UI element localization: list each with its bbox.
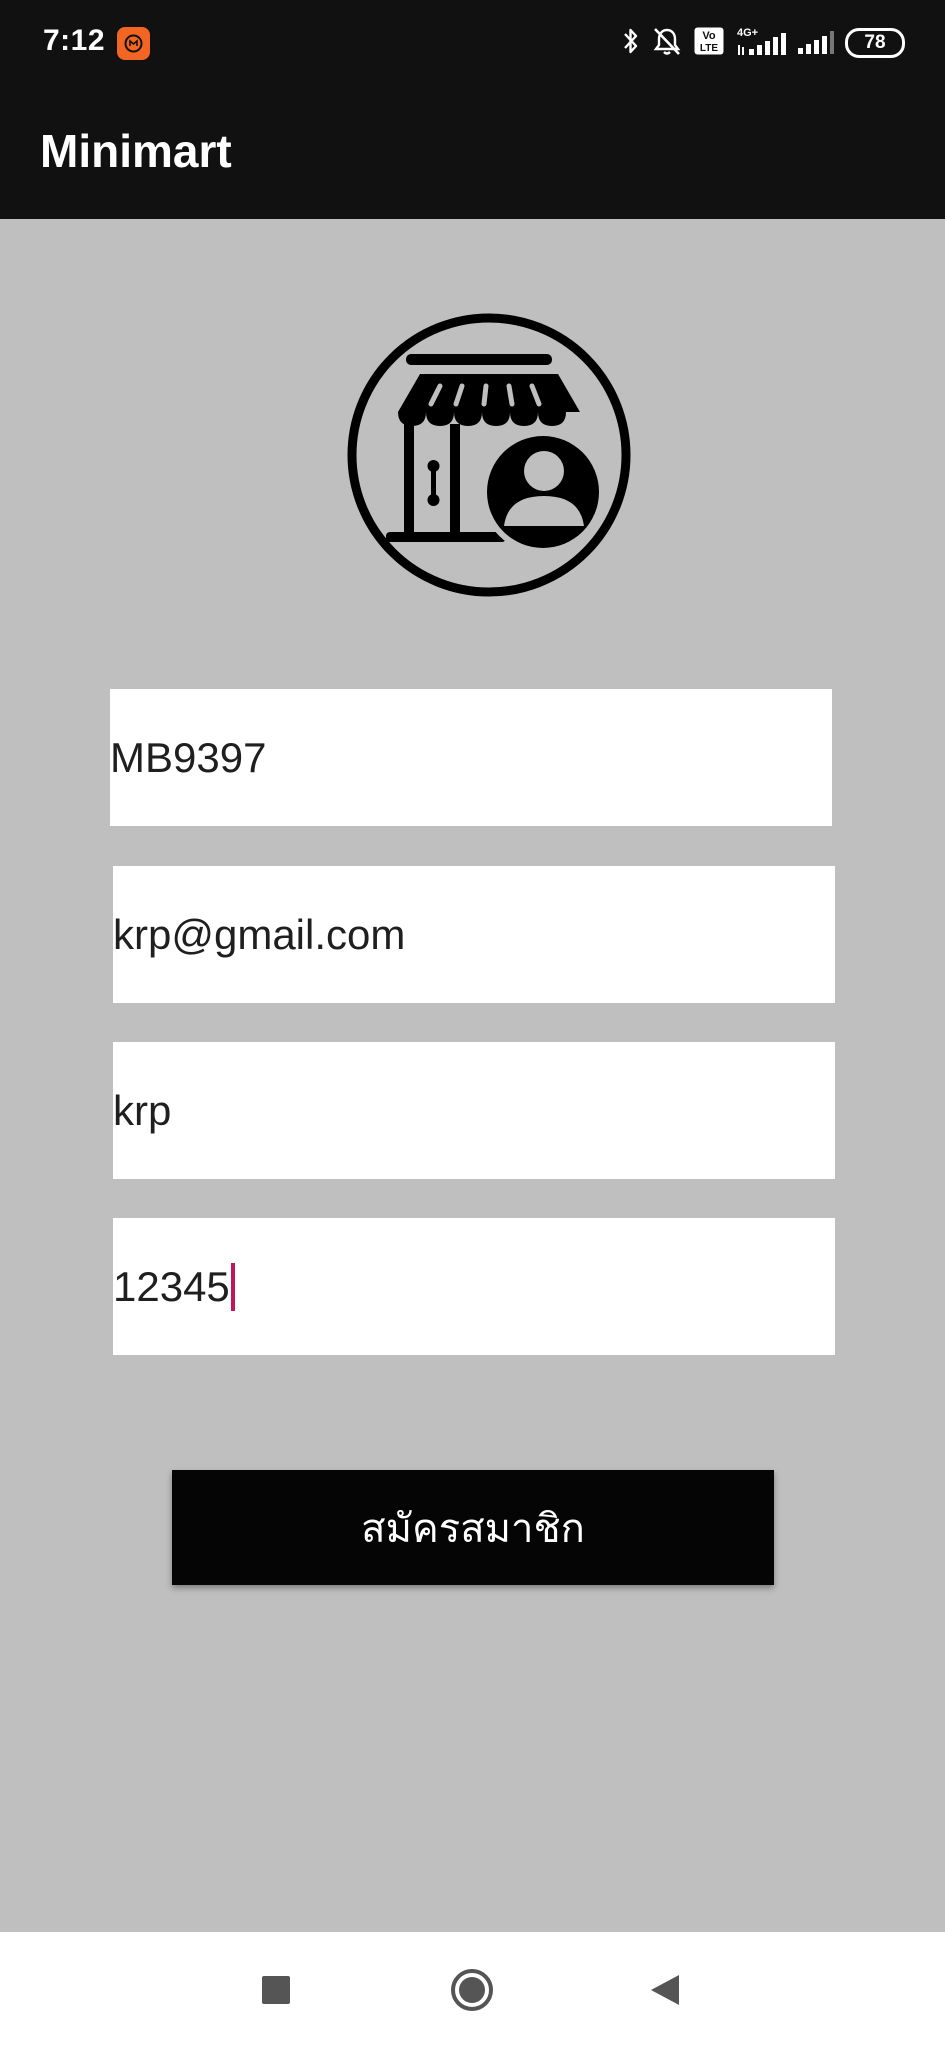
- email-field[interactable]: krp@gmail.com: [113, 866, 835, 1003]
- member-id-value: MB9397: [110, 733, 267, 781]
- status-bar: 7:12 Vo LTE 4G+ 78: [0, 0, 945, 84]
- mi-app-icon: [117, 27, 150, 60]
- bluetooth-icon: [621, 26, 641, 61]
- signal-icon: [797, 26, 835, 61]
- alarm-off-icon: [651, 25, 683, 62]
- password-value: 12345: [113, 1262, 230, 1310]
- status-time: 7:12: [43, 24, 106, 57]
- email-value: krp@gmail.com: [113, 910, 406, 958]
- home-icon[interactable]: [444, 1962, 500, 2018]
- store-user-icon: [346, 312, 632, 598]
- member-id-field[interactable]: MB9397: [110, 689, 832, 826]
- register-button[interactable]: สมัครสมาชิก: [172, 1470, 774, 1585]
- signal-4g-icon: 4G+: [735, 25, 787, 62]
- svg-text:4G+: 4G+: [737, 27, 758, 39]
- register-button-label: สมัครสมาชิก: [361, 1505, 585, 1552]
- volte-icon: Vo LTE: [693, 26, 725, 61]
- back-icon[interactable]: [637, 1962, 693, 2018]
- navigation-bar: [0, 1932, 945, 2048]
- recent-apps-icon[interactable]: [248, 1962, 304, 2018]
- app-title: Minimart: [40, 125, 232, 177]
- name-value: krp: [113, 1086, 172, 1134]
- status-icons: Vo LTE 4G+ 78: [621, 26, 905, 60]
- svg-text:Vo: Vo: [702, 30, 716, 42]
- svg-text:LTE: LTE: [700, 43, 718, 54]
- name-field[interactable]: krp: [113, 1042, 835, 1179]
- text-caret: [230, 1262, 235, 1311]
- password-field[interactable]: 12345: [113, 1218, 835, 1355]
- battery-icon: 78: [845, 28, 905, 58]
- app-bar: Minimart: [0, 84, 945, 219]
